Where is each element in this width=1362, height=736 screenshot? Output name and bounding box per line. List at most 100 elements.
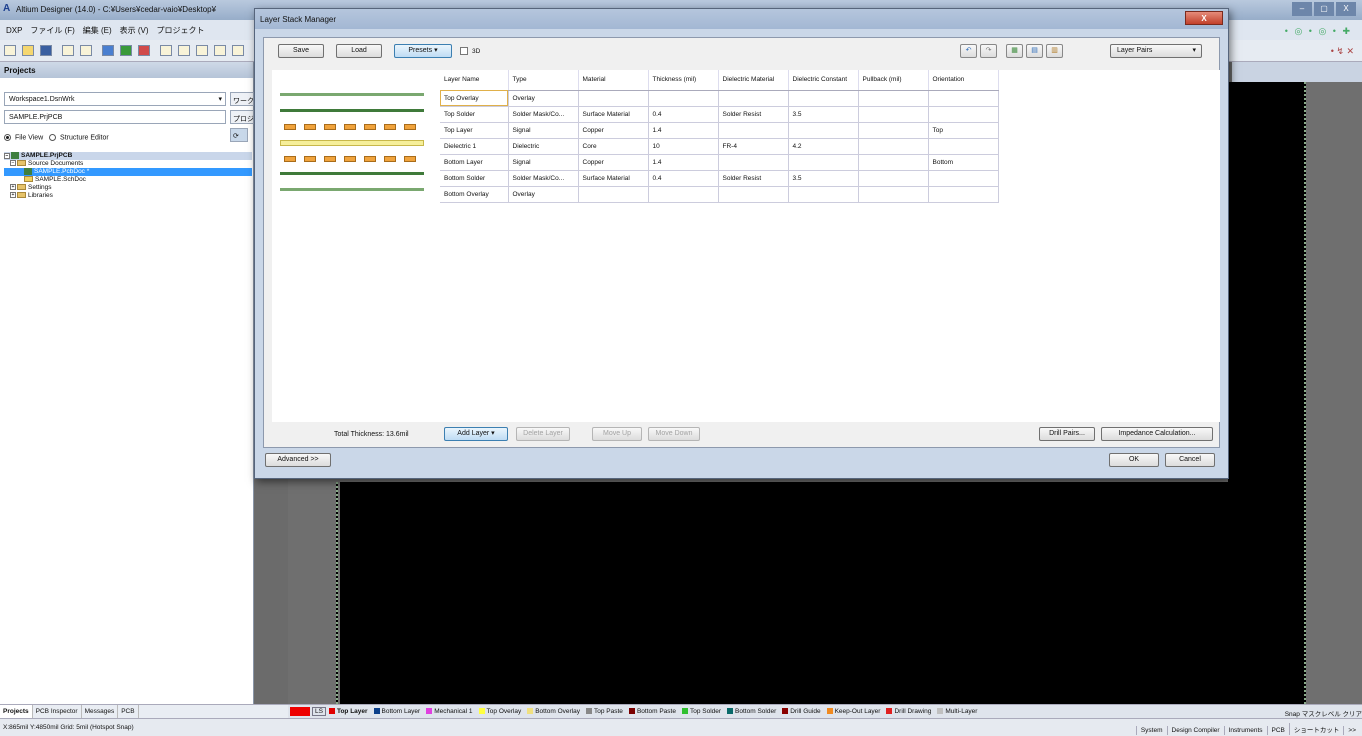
cell-orientation[interactable]: Bottom [928, 154, 999, 171]
cell-orientation[interactable] [928, 106, 999, 123]
cell-orientation[interactable]: Top [928, 122, 999, 139]
nav-arrows-icon[interactable]: • ◎ • ◎ • ✚ [1285, 26, 1352, 37]
tree-project[interactable]: − SAMPLE.PrjPCB [4, 152, 252, 160]
cell-thickness[interactable]: 1.4 [648, 154, 719, 171]
cell-type[interactable]: Solder Mask/Co... [508, 106, 579, 123]
cell-material[interactable]: Core [578, 138, 649, 155]
cell-thickness[interactable]: 0.4 [648, 106, 719, 123]
cell-orientation[interactable] [928, 138, 999, 155]
menu-project[interactable]: プロジェクト [156, 25, 204, 36]
dialog-close-button[interactable]: X [1185, 11, 1223, 25]
layer-tab-top-overlay[interactable]: Top Overlay [476, 705, 525, 718]
layer-tab-drill-drawing[interactable]: Drill Drawing [883, 705, 934, 718]
redo-icon[interactable]: ↷ [980, 44, 997, 58]
status-pcb[interactable]: PCB [1266, 726, 1289, 735]
layer-tab-bottom-paste[interactable]: Bottom Paste [626, 705, 679, 718]
cell-dielectric-material[interactable]: Solder Resist [718, 106, 789, 123]
cell-material[interactable] [578, 90, 649, 107]
cell-layer-name[interactable]: Top Layer [440, 122, 509, 139]
status-instruments[interactable]: Instruments [1223, 726, 1267, 735]
layer-tab-top-paste[interactable]: Top Paste [583, 705, 626, 718]
cell-dielectric-constant[interactable]: 3.5 [788, 106, 859, 123]
save-icon[interactable] [40, 45, 52, 56]
board-icon[interactable] [102, 45, 114, 56]
cell-dielectric-material[interactable] [718, 186, 789, 203]
row-top-solder[interactable]: Top Solder Solder Mask/Co... Surface Mater… [440, 106, 999, 123]
layer-pair-settings-icon[interactable]: ▥ [1046, 44, 1063, 58]
col-dielectric-constant[interactable]: Dielectric Constant [788, 70, 859, 91]
row-dielectric-1[interactable]: Dielectric 1 Dielectric Core 10 FR-4 4.2 [440, 138, 999, 155]
cut-icon[interactable] [232, 45, 244, 56]
col-layer-name[interactable]: Layer Name [440, 70, 509, 91]
row-top-layer[interactable]: Top Layer Signal Copper 1.4 Top [440, 122, 999, 139]
collapse-icon[interactable]: − [10, 160, 16, 167]
tree-pcb-doc[interactable]: SAMPLE.PcbDoc * [4, 168, 252, 176]
save-button[interactable]: Save [278, 44, 324, 58]
cell-dielectric-constant[interactable]: 4.2 [788, 138, 859, 155]
cell-orientation[interactable] [928, 186, 999, 203]
tab-pcb-inspector[interactable]: PCB Inspector [33, 705, 82, 718]
row-bottom-overlay[interactable]: Bottom Overlay Overlay [440, 186, 999, 203]
component-icon[interactable] [120, 45, 132, 56]
cell-dielectric-constant[interactable] [788, 154, 859, 171]
cell-orientation[interactable] [928, 170, 999, 187]
layer-tab-mechanical-1[interactable]: Mechanical 1 [423, 705, 475, 718]
cell-orientation[interactable] [928, 90, 999, 107]
layer-tab-drill-guide[interactable]: Drill Guide [779, 705, 823, 718]
cell-type[interactable]: Overlay [508, 90, 579, 107]
cell-dielectric-material[interactable] [718, 154, 789, 171]
file-view-radio[interactable] [4, 134, 11, 141]
cell-pullback[interactable] [858, 170, 929, 187]
layer-pairs-select[interactable]: Layer Pairs ▾ [1110, 44, 1202, 58]
cell-layer-name[interactable]: Bottom Layer [440, 154, 509, 171]
cell-type[interactable]: Signal [508, 154, 579, 171]
cell-dielectric-constant[interactable]: 3.5 [788, 170, 859, 187]
print-icon[interactable] [62, 45, 74, 56]
row-top-overlay[interactable]: Top Overlay Overlay [440, 90, 999, 107]
tab-pcb[interactable]: PCB [118, 705, 139, 718]
drill-pairs-button[interactable]: Drill Pairs... [1039, 427, 1095, 441]
project-button[interactable]: プロジェ [230, 110, 254, 124]
layer-tab-bottom-solder[interactable]: Bottom Solder [724, 705, 779, 718]
tool-arrows-icon[interactable]: • ↯ ✕ [1331, 46, 1354, 57]
cell-dielectric-material[interactable]: Solder Resist [718, 170, 789, 187]
expand-icon[interactable]: + [10, 184, 16, 191]
row-bottom-solder[interactable]: Bottom Solder Solder Mask/Co... Surface Ma… [440, 170, 999, 187]
cell-dielectric-material[interactable] [718, 90, 789, 107]
status-more[interactable]: >> [1343, 726, 1360, 735]
collapse-icon[interactable]: − [4, 152, 10, 159]
edit-layer-pair-icon[interactable]: ▤ [1026, 44, 1043, 58]
layer-tab-top-solder[interactable]: Top Solder [679, 705, 724, 718]
cell-material[interactable]: Copper [578, 122, 649, 139]
menu-edit[interactable]: 編集 (E) [83, 25, 112, 36]
maximize-button[interactable]: ▢ [1314, 2, 1334, 16]
layer-set-button[interactable]: LS [312, 707, 326, 716]
layer-icon[interactable] [138, 45, 150, 56]
cell-layer-name[interactable]: Top Overlay [440, 90, 509, 107]
cell-layer-name[interactable]: Bottom Solder [440, 170, 509, 187]
tree-libraries[interactable]: + Libraries [4, 192, 252, 200]
tab-projects[interactable]: Projects [0, 705, 33, 718]
col-pullback[interactable]: Pullback (mil) [858, 70, 929, 91]
pcb-canvas[interactable] [340, 482, 1304, 704]
undo-icon[interactable]: ↶ [960, 44, 977, 58]
cell-thickness[interactable] [648, 90, 719, 107]
tree-sch-doc[interactable]: SAMPLE.SchDoc [4, 176, 252, 184]
cell-material[interactable] [578, 186, 649, 203]
row-bottom-layer[interactable]: Bottom Layer Signal Copper 1.4 Bottom [440, 154, 999, 171]
cell-pullback[interactable] [858, 106, 929, 123]
cell-thickness[interactable] [648, 186, 719, 203]
advanced-button[interactable]: Advanced >> [265, 453, 331, 467]
pcb-canvas-right[interactable] [1228, 82, 1306, 482]
tree-settings[interactable]: + Settings [4, 184, 252, 192]
cell-material[interactable]: Surface Material [578, 106, 649, 123]
expand-icon[interactable]: + [10, 192, 16, 199]
tab-messages[interactable]: Messages [82, 705, 119, 718]
layer-tab-multi-layer[interactable]: Multi-Layer [934, 705, 980, 718]
project-combo[interactable]: SAMPLE.PrjPCB [4, 110, 226, 124]
layer-tab-bottom-overlay[interactable]: Bottom Overlay [524, 705, 583, 718]
move-icon[interactable] [214, 45, 226, 56]
current-layer-swatch[interactable] [290, 707, 310, 716]
cell-thickness[interactable]: 0.4 [648, 170, 719, 187]
print-preview-icon[interactable] [80, 45, 92, 56]
